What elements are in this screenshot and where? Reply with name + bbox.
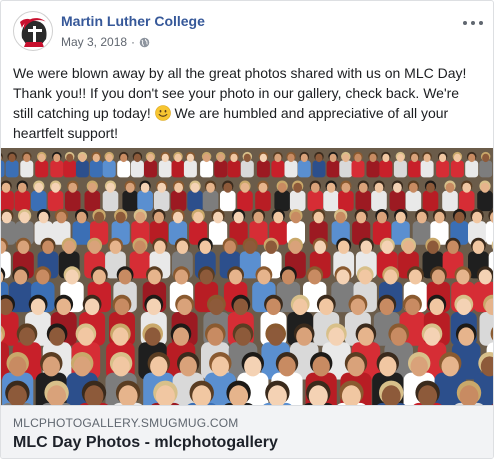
post-date[interactable]: May 3, 2018 <box>61 35 127 49</box>
more-options-icon[interactable] <box>463 15 483 31</box>
globe-icon[interactable] <box>139 37 150 48</box>
smiling-face-emoji <box>154 105 171 121</box>
facebook-post: Martin Luther College May 3, 2018 · We w… <box>0 0 494 459</box>
post-text: We were blown away by all the great phot… <box>13 63 483 143</box>
crusader-helmet-logo <box>20 18 47 47</box>
link-title[interactable]: MLC Day Photos - mlcphotogallery <box>13 434 278 452</box>
post-meta: May 3, 2018 · <box>61 35 150 49</box>
link-preview[interactable]: MLCPHOTOGALLERY.SMUGMUG.COM MLC Day Phot… <box>1 405 493 458</box>
link-domain: MLCPHOTOGALLERY.SMUGMUG.COM <box>13 416 239 430</box>
meta-separator: · <box>131 35 136 49</box>
post-header: Martin Luther College May 3, 2018 · <box>13 11 483 53</box>
crowd-photo[interactable] <box>1 148 493 405</box>
crowd-photo-image <box>1 148 493 405</box>
page-avatar[interactable] <box>13 11 53 51</box>
page-name[interactable]: Martin Luther College <box>61 13 205 29</box>
